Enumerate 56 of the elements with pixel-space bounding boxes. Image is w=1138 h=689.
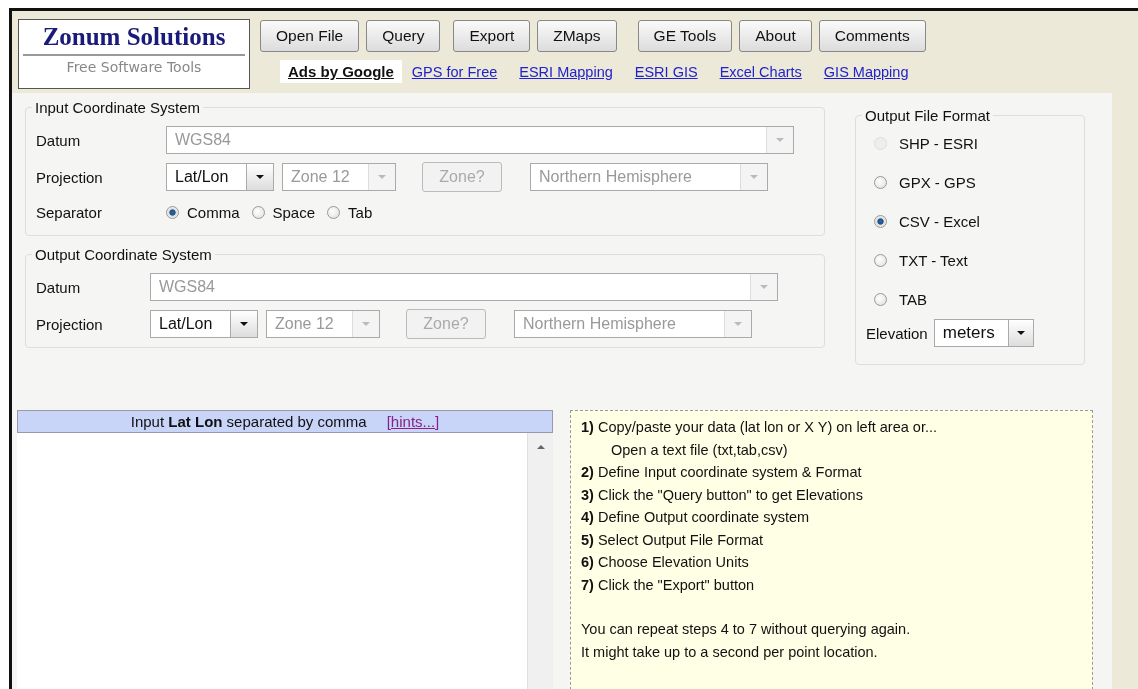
ad-link[interactable]: Excel Charts — [719, 63, 802, 80]
projection-select[interactable]: Lat/Lon — [166, 163, 274, 191]
radio-button[interactable] — [166, 206, 179, 219]
instruction-step: 5) Select Output File Format — [581, 528, 1082, 551]
field-label: Projection — [36, 168, 104, 186]
radio-label: CSV - Excel — [899, 213, 980, 230]
instruction-step: 6) Choose Elevation Units — [581, 551, 1082, 574]
units-select[interactable]: meters — [933, 319, 1034, 347]
field-label: Datum — [36, 131, 82, 149]
radio-label: Space — [272, 204, 316, 221]
radio-button[interactable] — [874, 293, 887, 306]
radio-button[interactable] — [874, 176, 887, 189]
instruction-note: You can repeat steps 4 to 7 without querying again. — [581, 620, 912, 639]
radio-button[interactable] — [251, 206, 265, 219]
projection-select[interactable]: Lat/Lon — [150, 310, 258, 338]
logo-title: Zonum Solutions — [23, 23, 245, 56]
ad-link[interactable]: ESRI GIS — [634, 63, 698, 80]
instruction-step: 4) Define Output coordinate system — [581, 506, 1082, 529]
instruction-step: 2) Define Input coordinate system & Format — [581, 461, 1082, 484]
scrollbar[interactable] — [527, 433, 553, 689]
toolbar-button[interactable]: Comments — [818, 20, 926, 52]
radio-label: GPX - GPS — [899, 174, 976, 191]
group-legend: Output File Format — [862, 107, 994, 124]
field-label: Elevation — [866, 324, 928, 342]
radio-button[interactable] — [327, 206, 341, 219]
ad-link[interactable]: GIS Mapping — [823, 63, 909, 80]
instruction-detail: Open a text file (txt,tab,csv) — [610, 440, 789, 460]
field-label: Projection — [36, 315, 104, 333]
radio-label: TXT - Text — [899, 252, 968, 269]
instruction-step: 3) Click the "Query button" to get Elevations — [581, 483, 1082, 506]
toolbar-button[interactable]: Query — [366, 20, 441, 52]
toolbar-button[interactable]: GE Tools — [637, 20, 733, 52]
ads-label[interactable]: Ads by Google — [280, 60, 402, 83]
instruction-note: It might take up to a second per point location. — [581, 642, 879, 662]
radio-button[interactable] — [874, 215, 887, 228]
radio-label: Tab — [348, 204, 373, 221]
radio-label: Comma — [187, 204, 240, 221]
field-label: Separator — [36, 204, 103, 221]
toolbar-button[interactable]: About — [739, 20, 812, 52]
group-legend: Output Coordinate System — [32, 246, 215, 263]
toolbar-button[interactable]: Open File — [260, 20, 360, 52]
instruction-step: 7) Click the "Export" button — [581, 573, 1082, 596]
field-label: Datum — [36, 278, 82, 296]
group-legend: Input Coordinate System — [32, 99, 204, 116]
hints-link[interactable]: [hints...] — [386, 413, 440, 430]
instruction-step: 1) Copy/paste your data (lat lon or X Y) on left area or... — [581, 416, 1082, 439]
toolbar-button[interactable]: Export — [453, 20, 531, 52]
ad-link[interactable]: GPS for Free — [411, 63, 498, 80]
data-input-field[interactable] — [17, 433, 553, 689]
logo-subtitle: Free Software Tools — [66, 59, 202, 75]
toolbar-button[interactable]: ZMaps — [537, 20, 617, 52]
input-caption: Input Lat Lon separated by comma — [130, 413, 367, 430]
radio-button[interactable] — [874, 254, 887, 267]
radio-label: TAB — [899, 291, 928, 308]
ad-link[interactable]: ESRI Mapping — [519, 63, 613, 80]
radio-label: SHP - ESRI — [899, 135, 978, 152]
